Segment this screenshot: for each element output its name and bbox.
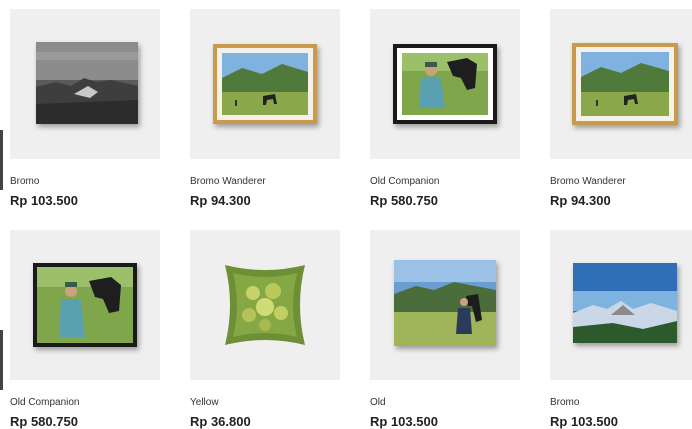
product-name[interactable]: Old Companion	[370, 176, 439, 187]
man-with-horse-framed-print	[33, 263, 137, 347]
product-card[interactable]: Yellow Rp 36.800	[190, 230, 340, 429]
product-card[interactable]: Bromo Wanderer Rp 94.300	[550, 9, 692, 208]
product-name[interactable]: Yellow	[190, 397, 219, 408]
flower-cushion	[223, 263, 307, 347]
product-thumbnail[interactable]	[190, 230, 340, 380]
product-price: Rp 580.750	[370, 193, 438, 208]
left-edge-clip	[0, 330, 3, 390]
man-with-horse-framed-print	[393, 44, 497, 124]
product-price: Rp 103.500	[550, 414, 618, 429]
product-thumbnail[interactable]	[370, 230, 520, 380]
product-card[interactable]: Bromo Rp 103.500	[10, 9, 160, 208]
product-name[interactable]: Bromo Wanderer	[550, 176, 626, 187]
product-name[interactable]: Old Companion	[10, 397, 79, 408]
left-edge-clip	[0, 130, 3, 190]
product-card[interactable]: Old Companion Rp 580.750	[10, 230, 160, 429]
horse-meadow-framed-print	[572, 43, 678, 125]
product-name[interactable]: Bromo Wanderer	[190, 176, 266, 187]
product-price: Rp 94.300	[550, 193, 611, 208]
product-thumbnail[interactable]	[10, 230, 160, 380]
product-card[interactable]: Old Rp 103.500	[370, 230, 520, 429]
man-with-horse-canvas	[394, 260, 496, 346]
product-thumbnail[interactable]	[370, 9, 520, 159]
product-price: Rp 94.300	[190, 193, 251, 208]
product-thumbnail[interactable]	[550, 9, 692, 159]
product-name[interactable]: Bromo	[10, 176, 39, 187]
product-card[interactable]: Bromo Wanderer Rp 94.300	[190, 9, 340, 208]
product-name[interactable]: Bromo	[550, 397, 579, 408]
product-name[interactable]: Old	[370, 397, 386, 408]
product-thumbnail[interactable]	[10, 9, 160, 159]
product-card[interactable]: Old Companion Rp 580.750	[370, 9, 520, 208]
product-thumbnail[interactable]	[190, 9, 340, 159]
product-price: Rp 103.500	[10, 193, 78, 208]
product-card[interactable]: Bromo Rp 103.500	[550, 230, 692, 429]
horse-meadow-framed-print	[213, 44, 317, 124]
mono-landscape-print	[36, 42, 138, 124]
product-thumbnail[interactable]	[550, 230, 692, 380]
volcano-canvas	[573, 263, 677, 343]
product-price: Rp 103.500	[370, 414, 438, 429]
product-price: Rp 580.750	[10, 414, 78, 429]
product-price: Rp 36.800	[190, 414, 251, 429]
